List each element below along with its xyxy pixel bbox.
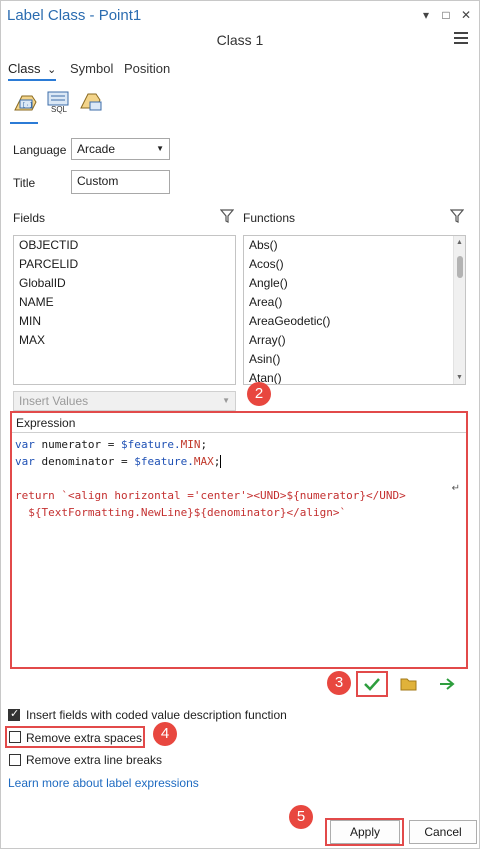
functions-scrollbar[interactable]: ▲ ▼	[453, 236, 465, 384]
annotation-badge-5: 5	[289, 805, 313, 829]
title-input[interactable]: Custom	[71, 170, 170, 194]
functions-filter-icon[interactable]	[449, 209, 465, 226]
list-item[interactable]: Asin()	[244, 350, 465, 369]
fields-header: Fields	[13, 211, 46, 225]
list-item[interactable]: GlobalID	[14, 274, 235, 293]
fields-filter-icon[interactable]	[219, 209, 235, 226]
scroll-thumb[interactable]	[457, 256, 463, 278]
list-item[interactable]: PARCELID	[14, 255, 235, 274]
list-item[interactable]: Abs()	[244, 236, 465, 255]
remove-spaces-label: Remove extra spaces	[26, 731, 143, 745]
list-item[interactable]: Acos()	[244, 255, 465, 274]
dropdown-arrow-icon: ▼	[156, 144, 164, 153]
insert-values-dropdown[interactable]: Insert Values ▼	[13, 391, 236, 411]
scroll-up-icon[interactable]: ▲	[454, 239, 465, 246]
verify-check-icon[interactable]	[363, 676, 381, 695]
annotation-badge-2: 2	[247, 382, 271, 406]
active-mode-indicator	[10, 122, 38, 124]
code-area[interactable]: var numerator = $feature.MIN; var denomi…	[12, 433, 466, 524]
dropdown-icon[interactable]: ▾	[420, 8, 432, 22]
remove-breaks-checkbox[interactable]	[9, 754, 21, 766]
annotation-badge-4: 4	[153, 722, 177, 746]
annotation-badge-3: 3	[327, 671, 351, 695]
remove-breaks-label: Remove extra line breaks	[26, 753, 163, 767]
active-tab-indicator	[8, 79, 56, 81]
list-item[interactable]: Angle()	[244, 274, 465, 293]
tab-symbol[interactable]: Symbol	[70, 61, 113, 76]
list-item[interactable]: Atan()	[244, 369, 465, 384]
sql-query-icon[interactable]: SQL	[46, 90, 72, 114]
list-item[interactable]: MIN	[14, 312, 235, 331]
coded-value-label: Insert fields with coded value descripti…	[26, 708, 287, 722]
language-label: Language	[13, 143, 67, 157]
title-bar-controls: ▾ □ ✕	[420, 8, 472, 22]
cancel-button[interactable]: Cancel	[409, 820, 477, 844]
close-icon[interactable]: ✕	[460, 8, 472, 22]
expression-header: Expression	[12, 413, 466, 433]
arrow-right-icon[interactable]	[438, 677, 456, 694]
list-item[interactable]: NAME	[14, 293, 235, 312]
list-item[interactable]: AreaGeodetic()	[244, 312, 465, 331]
language-dropdown[interactable]: Arcade ▼	[71, 138, 170, 160]
word-wrap-icon: ↵	[451, 483, 460, 494]
label-expression-icon[interactable]: [·]	[12, 90, 38, 114]
menu-icon[interactable]	[454, 32, 468, 47]
apply-button[interactable]: Apply	[330, 820, 400, 844]
list-item[interactable]: OBJECTID	[14, 236, 235, 255]
text-cursor	[220, 455, 222, 468]
label-filter-icon[interactable]	[78, 90, 104, 114]
chevron-down-icon: ⌄	[47, 64, 57, 76]
dropdown-arrow-icon: ▼	[222, 396, 230, 405]
tab-position[interactable]: Position	[124, 61, 170, 76]
folder-open-icon[interactable]	[400, 677, 418, 694]
scroll-down-icon[interactable]: ▼	[454, 374, 465, 381]
fields-list[interactable]: OBJECTID PARCELID GlobalID NAME MIN MAX	[13, 235, 236, 385]
list-item[interactable]: Area()	[244, 293, 465, 312]
expression-editor[interactable]: Expression var numerator = $feature.MIN;…	[10, 411, 468, 669]
window-title: Label Class - Point1	[7, 7, 142, 24]
list-item[interactable]: MAX	[14, 331, 235, 350]
functions-header: Functions	[243, 211, 296, 225]
remove-spaces-checkbox[interactable]	[9, 731, 21, 743]
functions-list[interactable]: Abs() Acos() Angle() Area() AreaGeodetic…	[243, 235, 466, 385]
sql-icon-label: SQL	[51, 105, 68, 114]
svg-text:[·]: [·]	[22, 102, 33, 109]
coded-value-checkbox[interactable]	[8, 707, 20, 721]
learn-more-link[interactable]: Learn more about label expressions	[8, 776, 199, 790]
maximize-icon[interactable]: □	[440, 8, 452, 22]
class-name: Class 1	[216, 32, 264, 48]
tab-class[interactable]: Class ⌄	[8, 61, 56, 76]
list-item[interactable]: Array()	[244, 331, 465, 350]
title-label: Title	[13, 176, 36, 190]
